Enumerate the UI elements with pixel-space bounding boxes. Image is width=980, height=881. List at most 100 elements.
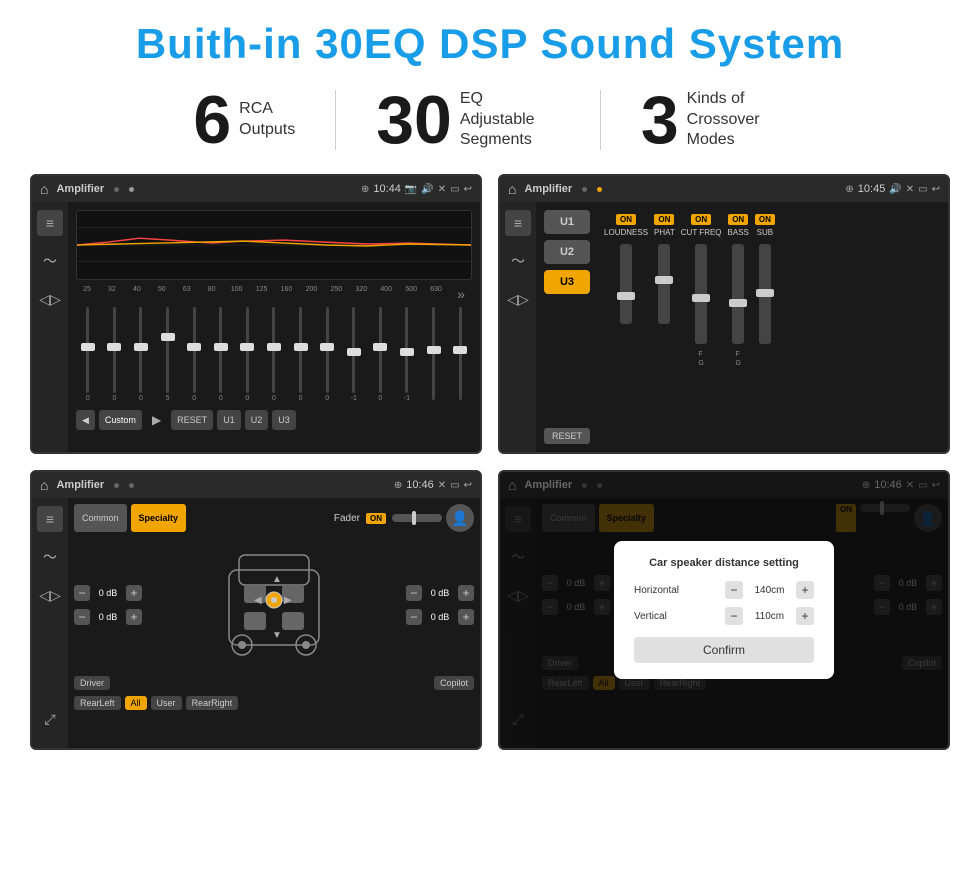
- close-icon: ✕: [438, 184, 446, 195]
- phat-slider[interactable]: [658, 244, 670, 324]
- channel-loudness: ON LOUDNESS: [604, 214, 648, 328]
- vol-rr-val: 0 dB: [425, 612, 455, 622]
- sidebar-eq-icon[interactable]: ≡: [37, 210, 63, 236]
- u3-button[interactable]: U3: [272, 410, 296, 430]
- back-icon-2[interactable]: ↩: [932, 184, 940, 195]
- horizontal-minus-btn[interactable]: −: [725, 581, 743, 599]
- screen-content-fader: ≡ 〜 ◁▷ ⤢ Common Specialty Fader ON: [32, 498, 480, 748]
- vol-rl-plus[interactable]: +: [126, 609, 142, 625]
- bass-slider[interactable]: [732, 244, 744, 344]
- slider-14[interactable]: [448, 307, 472, 402]
- screen-dialog: ⌂ Amplifier ⊕ 10:46 ✕ ▭ ↩ ≡ 〜 ◁▷: [498, 470, 950, 750]
- sidebar-fader-eq-icon[interactable]: ≡: [37, 506, 63, 532]
- vol-fl-minus[interactable]: −: [74, 585, 90, 601]
- vertical-plus-btn[interactable]: +: [796, 607, 814, 625]
- status-dot-3: [582, 187, 587, 192]
- slider-3[interactable]: 5: [156, 307, 180, 402]
- u1-button[interactable]: U1: [217, 410, 241, 430]
- reset-button[interactable]: RESET: [171, 410, 213, 430]
- topbar-time-amp: 10:45: [858, 183, 886, 195]
- slider-11[interactable]: 0: [369, 307, 393, 402]
- sidebar-amp-wave-icon[interactable]: 〜: [505, 248, 531, 274]
- slider-10[interactable]: -1: [342, 307, 366, 402]
- screenshots-grid: ⌂ Amplifier ⊕ 10:44 📷 🔊 ✕ ▭ ↩ ≡: [30, 174, 950, 750]
- page-wrapper: Buith-in 30EQ DSP Sound System 6 RCAOutp…: [0, 0, 980, 770]
- home-icon-3[interactable]: ⌂: [40, 477, 48, 493]
- fader-label: Fader: [334, 513, 360, 524]
- sidebar-fader-spread-icon[interactable]: ⤢: [37, 706, 63, 732]
- prev-button[interactable]: ◀: [76, 410, 95, 430]
- sidebar-amp-eq-icon[interactable]: ≡: [505, 210, 531, 236]
- u2-channel-btn[interactable]: U2: [544, 240, 590, 264]
- camera-icon: 📷: [405, 184, 417, 195]
- specialty-tab[interactable]: Specialty: [131, 504, 187, 532]
- vol-fr-minus[interactable]: −: [406, 585, 422, 601]
- topbar-icons-amp: ⊕ 10:45 🔊 ✕ ▭ ↩: [845, 183, 940, 195]
- loudness-slider[interactable]: [620, 244, 632, 324]
- play-button[interactable]: ▶: [146, 410, 167, 430]
- slider-1[interactable]: 0: [103, 307, 127, 402]
- slider-13[interactable]: [422, 307, 446, 402]
- cutfreq-slider[interactable]: [695, 244, 707, 344]
- u2-button[interactable]: U2: [245, 410, 269, 430]
- amp-reset-btn[interactable]: RESET: [544, 428, 590, 444]
- amp-channels: ON LOUDNESS ON PHAT ON: [604, 210, 940, 444]
- sidebar-wave-icon[interactable]: 〜: [37, 248, 63, 274]
- all-btn[interactable]: All: [125, 696, 147, 710]
- topbar-time-eq: 10:44: [373, 183, 401, 195]
- sidebar-vol-icon[interactable]: ◁▷: [37, 286, 63, 312]
- user-btn[interactable]: User: [151, 696, 182, 710]
- slider-12[interactable]: -1: [395, 307, 419, 402]
- freq-40: 40: [126, 286, 148, 302]
- home-icon[interactable]: ⌂: [40, 181, 48, 197]
- channel-cutfreq: ON CUT FREQ FG: [681, 214, 722, 367]
- slider-0[interactable]: 0: [76, 307, 100, 402]
- copilot-btn[interactable]: Copilot: [434, 676, 474, 690]
- location-icon-2: ⊕: [845, 184, 853, 195]
- freq-630: 630: [425, 286, 447, 302]
- back-icon[interactable]: ↩: [464, 184, 472, 195]
- freq-25: 25: [76, 286, 98, 302]
- rearright-btn[interactable]: RearRight: [186, 696, 239, 710]
- slider-4[interactable]: 0: [182, 307, 206, 402]
- home-icon-2[interactable]: ⌂: [508, 181, 516, 197]
- vol-fr-plus[interactable]: +: [458, 585, 474, 601]
- slider-5[interactable]: 0: [209, 307, 233, 402]
- vertical-label: Vertical: [634, 611, 694, 622]
- vol-rr-minus[interactable]: −: [406, 609, 422, 625]
- slider-2[interactable]: 0: [129, 307, 153, 402]
- vol-col-right: − 0 dB + − 0 dB +: [406, 585, 474, 625]
- vertical-minus-btn[interactable]: −: [725, 607, 743, 625]
- sidebar-fader-wave-icon[interactable]: 〜: [37, 544, 63, 570]
- u3-channel-btn[interactable]: U3: [544, 270, 590, 294]
- sub-slider[interactable]: [759, 244, 771, 344]
- vol-row-fr: − 0 dB +: [406, 585, 474, 601]
- fader-slider[interactable]: [392, 514, 442, 522]
- confirm-button[interactable]: Confirm: [634, 637, 814, 663]
- sidebar-fader-vol-icon[interactable]: ◁▷: [37, 582, 63, 608]
- vol-rl-minus[interactable]: −: [74, 609, 90, 625]
- common-tab[interactable]: Common: [74, 504, 127, 532]
- vol-rr-plus[interactable]: +: [458, 609, 474, 625]
- eq-more[interactable]: »: [450, 286, 472, 302]
- avatar-button[interactable]: 👤: [446, 504, 474, 532]
- driver-btn[interactable]: Driver: [74, 676, 110, 690]
- fader-main: Common Specialty Fader ON 👤: [68, 498, 480, 748]
- back-icon-3[interactable]: ↩: [464, 480, 472, 491]
- svg-text:◀: ◀: [254, 595, 262, 606]
- loudness-label: LOUDNESS: [604, 228, 648, 237]
- custom-button[interactable]: Custom: [99, 410, 142, 430]
- slider-9[interactable]: 0: [315, 307, 339, 402]
- vol-fl-plus[interactable]: +: [126, 585, 142, 601]
- slider-6[interactable]: 0: [236, 307, 260, 402]
- sidebar-amp-vol-icon[interactable]: ◁▷: [505, 286, 531, 312]
- rearleft-btn[interactable]: RearLeft: [74, 696, 121, 710]
- eq-bottom-bar: ◀ Custom ▶ RESET U1 U2 U3: [76, 410, 472, 430]
- status-dot-4: [597, 187, 602, 192]
- horizontal-plus-btn[interactable]: +: [796, 581, 814, 599]
- slider-8[interactable]: 0: [289, 307, 313, 402]
- cutfreq-label: CUT FREQ: [681, 228, 722, 237]
- u1-channel-btn[interactable]: U1: [544, 210, 590, 234]
- slider-7[interactable]: 0: [262, 307, 286, 402]
- vol-fl-val: 0 dB: [93, 588, 123, 598]
